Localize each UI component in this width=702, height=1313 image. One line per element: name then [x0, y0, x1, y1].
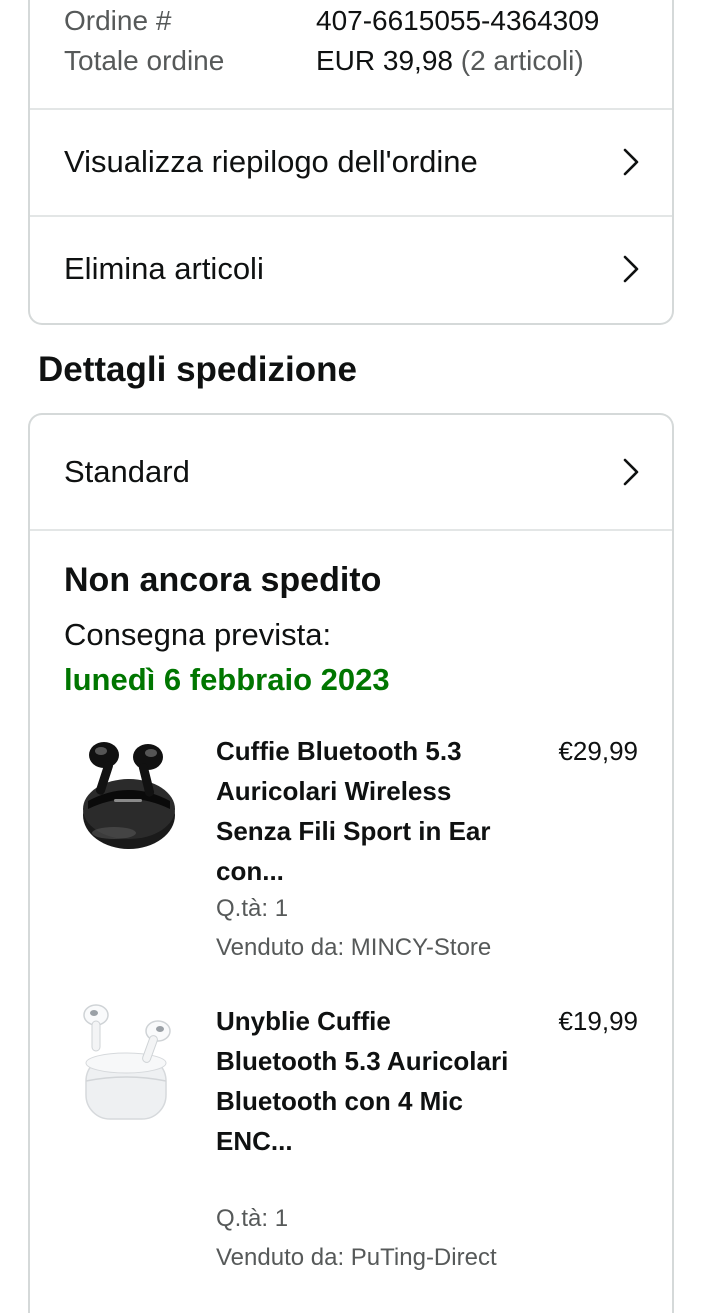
- order-number-value: 407-6615055-4364309: [316, 5, 600, 36]
- chevron-right-icon: [623, 458, 639, 486]
- order-total-label: Totale ordine: [64, 45, 225, 76]
- item-price: €29,99: [558, 736, 638, 766]
- shipping-details-card: Standard Non ancora spedito Consegna pre…: [28, 413, 674, 1313]
- divider: [30, 529, 672, 531]
- view-order-summary-link[interactable]: Visualizza riepilogo dell'ordine: [30, 110, 672, 214]
- white-earbuds-image: [83, 1004, 171, 1120]
- shipping-details-title: Dettagli spedizione: [38, 350, 357, 389]
- item-price: €19,99: [558, 1006, 638, 1036]
- item-quantity: Q.tà: 1: [216, 895, 289, 922]
- shipping-method-label: Standard: [64, 454, 190, 489]
- item-seller: Venduto da: MINCY-Store: [216, 934, 492, 961]
- order-number-label: Ordine #: [64, 5, 172, 36]
- order-total-row: Totale ordine EUR 39,98 (2 articoli): [64, 44, 584, 78]
- order-total-value: EUR 39,98: [316, 45, 453, 76]
- view-order-summary-label: Visualizza riepilogo dell'ordine: [64, 144, 478, 179]
- item-seller: Venduto da: PuTing-Direct: [216, 1244, 497, 1271]
- item-quantity: Q.tà: 1: [216, 1205, 289, 1232]
- remove-items-link[interactable]: Elimina articoli: [30, 217, 672, 321]
- chevron-right-icon: [623, 255, 639, 283]
- delivery-estimate-label: Consegna prevista:: [64, 617, 332, 652]
- remove-items-label: Elimina articoli: [64, 251, 264, 286]
- order-number-row: Ordine # 407-6615055-4364309: [64, 4, 599, 38]
- delivery-date: lunedì 6 febbraio 2023: [64, 662, 390, 697]
- item-title[interactable]: Cuffie Bluetooth 5.3 Auricolari Wireless…: [216, 731, 516, 891]
- shipment-status: Non ancora spedito: [64, 561, 382, 599]
- black-earbuds-image: [83, 742, 175, 849]
- item-title[interactable]: Unyblie Cuffie Bluetooth 5.3 Auricolari …: [216, 1001, 516, 1161]
- order-summary-card: Ordine # 407-6615055-4364309 Totale ordi…: [28, 0, 674, 325]
- order-item-count: (2 articoli): [460, 45, 584, 76]
- chevron-right-icon: [623, 148, 639, 176]
- order-total-value-group: EUR 39,98 (2 articoli): [316, 44, 584, 78]
- shipping-method-row[interactable]: Standard: [30, 415, 672, 529]
